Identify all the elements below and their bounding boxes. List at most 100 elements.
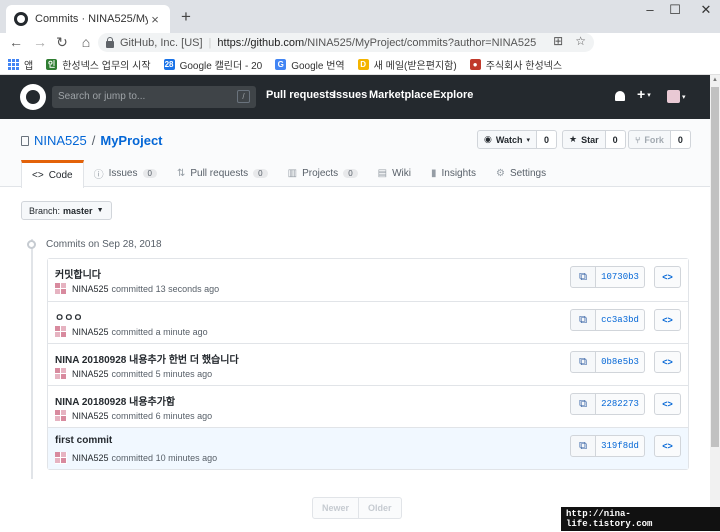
commit-sha-link[interactable]: 10730b3 <box>596 266 645 288</box>
branch-select-button[interactable]: Branch: master ▼ <box>21 201 112 220</box>
page-scrollbar[interactable]: ▲ ▼ <box>710 75 720 532</box>
fork-button[interactable]: ⑂ Fork <box>628 130 671 149</box>
commit-message-link[interactable]: 커밋합니다 <box>55 266 101 281</box>
commit-sha-link[interactable]: 2282273 <box>596 393 645 415</box>
copy-sha-button[interactable]: ⧉ <box>570 435 596 457</box>
commit-message-link[interactable]: NINA 20180928 내용추가 한번 더 했습니다 <box>55 351 239 366</box>
commit-row: ㅇㅇㅇ NINA525 committed a minute ago ⧉ cc3… <box>48 301 688 343</box>
avatar[interactable] <box>55 283 67 295</box>
forward-icon[interactable]: → <box>31 33 49 51</box>
commit-message-link[interactable]: ㅇㅇㅇ <box>55 309 83 324</box>
commit-author-link[interactable]: NINA525 <box>72 369 109 379</box>
create-new-icon[interactable]: + ▾ <box>637 86 651 102</box>
copy-sha-button[interactable]: ⧉ <box>570 393 596 415</box>
tab-title: Commits · NINA525/MyProject <box>35 13 148 25</box>
tab-projects[interactable]: ▥ Projects 0 <box>278 160 368 187</box>
code-icon: <> <box>32 170 44 181</box>
repo-name-link[interactable]: MyProject <box>100 133 162 148</box>
scroll-up-icon[interactable]: ▲ <box>710 75 720 85</box>
commit-row: NINA 20180928 내용추가 한번 더 했습니다 NINA525 com… <box>48 343 688 385</box>
nav-marketplace[interactable]: Marketplace <box>369 89 433 101</box>
avatar[interactable] <box>55 410 67 422</box>
commit-sha-link[interactable]: 0b8e5b3 <box>596 351 645 373</box>
address-bar[interactable]: GitHub, Inc. [US] | https://github.com/N… <box>98 33 594 52</box>
star-count[interactable]: 0 <box>605 130 626 149</box>
copy-sha-button[interactable]: ⧉ <box>570 351 596 373</box>
translate-icon: G <box>275 58 287 70</box>
copy-sha-button[interactable]: ⧉ <box>570 266 596 288</box>
tab-wiki[interactable]: ▤ Wiki <box>368 160 421 187</box>
watch-button[interactable]: ◉ Watch ▾ <box>477 130 538 149</box>
reload-icon[interactable]: ↻ <box>53 33 71 51</box>
commit-time: 10 minutes ago <box>155 453 218 463</box>
avatar[interactable] <box>55 326 67 338</box>
avatar[interactable] <box>55 452 67 464</box>
commit-group-title: Commits on Sep 28, 2018 <box>46 239 162 250</box>
bookmark-star-icon[interactable]: ☆ <box>575 34 586 48</box>
commit-author-link[interactable]: NINA525 <box>72 453 109 463</box>
bookmark-item[interactable]: 인 한성넥스 업무의 시작 <box>46 57 151 72</box>
commit-author-link[interactable]: NINA525 <box>72 411 109 421</box>
sha-group: ⧉ cc3a3bd <box>570 309 645 331</box>
commit-row: 커밋합니다 NINA525 committed 13 seconds ago ⧉… <box>48 259 688 301</box>
repo-icon <box>21 135 29 146</box>
browser-tabstrip: Commits · NINA525/MyProject × + – ☐ ✕ <box>0 0 720 33</box>
commit-meta: NINA525 committed 5 minutes ago <box>55 368 212 380</box>
project-icon: ▥ <box>287 168 298 179</box>
search-input[interactable]: Search or jump to... / <box>52 86 256 108</box>
browse-files-button[interactable]: <> <box>654 309 681 331</box>
commit-author-link[interactable]: NINA525 <box>72 327 109 337</box>
notification-bell-icon[interactable] <box>615 91 625 101</box>
home-icon[interactable]: ⌂ <box>77 33 95 51</box>
commit-message-link[interactable]: NINA 20180928 내용추가함 <box>55 393 175 408</box>
github-logo-icon[interactable] <box>20 84 46 110</box>
watch-control: ◉ Watch ▾ 0 <box>477 130 558 149</box>
older-button[interactable]: Older <box>359 497 402 519</box>
commit-meta: NINA525 committed 6 minutes ago <box>55 410 212 422</box>
user-avatar[interactable]: ▾ <box>667 90 686 103</box>
new-tab-button[interactable]: + <box>176 7 196 27</box>
nav-issues[interactable]: Issues <box>333 89 367 101</box>
tab-close-icon[interactable]: × <box>148 12 162 27</box>
window-close-icon[interactable]: ✕ <box>684 0 720 22</box>
nav-pull-requests[interactable]: Pull requests <box>266 89 335 101</box>
tab-insights[interactable]: ▮ Insights <box>421 160 486 187</box>
commit-row: NINA 20180928 내용추가함 NINA525 committed 6 … <box>48 385 688 427</box>
tab-issues[interactable]: ⓘ Issues 0 <box>84 160 167 187</box>
browse-files-button[interactable]: <> <box>654 266 681 288</box>
fork-count[interactable]: 0 <box>670 130 691 149</box>
tab-settings[interactable]: ⚙ Settings <box>486 160 556 187</box>
browse-files-button[interactable]: <> <box>654 393 681 415</box>
commit-message-link[interactable]: first commit <box>55 435 112 446</box>
bookmark-item[interactable]: G Google 번역 <box>275 57 345 72</box>
tab-pull-requests[interactable]: ⇅ Pull requests 0 <box>167 160 278 187</box>
commit-sha-link[interactable]: cc3a3bd <box>596 309 645 331</box>
star-button[interactable]: ★ Star <box>562 130 606 149</box>
bookmark-apps[interactable]: 앱 <box>8 57 33 72</box>
watch-count[interactable]: 0 <box>537 130 558 149</box>
commit-meta: NINA525 committed 13 seconds ago <box>55 283 219 295</box>
repo-owner-link[interactable]: NINA525 <box>34 133 87 148</box>
calendar-icon: 28 <box>163 58 175 70</box>
translate-icon[interactable]: ⊞ <box>553 34 563 48</box>
bookmark-item[interactable]: D 새 메일(받은편지함) <box>357 57 457 72</box>
clipboard-icon: ⧉ <box>579 439 587 452</box>
back-icon[interactable]: ← <box>7 33 25 51</box>
sha-group: ⧉ 319f8dd <box>570 435 645 457</box>
avatar[interactable] <box>55 368 67 380</box>
scroll-thumb[interactable] <box>711 87 719 447</box>
bookmark-item[interactable]: 28 Google 캘린더 - 20 <box>163 57 262 72</box>
commit-author-link[interactable]: NINA525 <box>72 284 109 294</box>
browse-files-button[interactable]: <> <box>654 435 681 457</box>
copy-sha-button[interactable]: ⧉ <box>570 309 596 331</box>
nav-explore[interactable]: Explore <box>433 89 473 101</box>
tab-code[interactable]: <> Code <box>21 160 84 188</box>
bookmark-item[interactable]: ● 주식회사 한성넥스 <box>469 57 562 72</box>
fork-control: ⑂ Fork 0 <box>628 130 691 149</box>
commit-list: 커밋합니다 NINA525 committed 13 seconds ago ⧉… <box>47 258 689 470</box>
browse-files-button[interactable]: <> <box>654 351 681 373</box>
commit-sha-link[interactable]: 319f8dd <box>596 435 645 457</box>
browser-tab[interactable]: Commits · NINA525/MyProject × <box>6 5 170 33</box>
newer-button[interactable]: Newer <box>312 497 360 519</box>
star-icon: ★ <box>569 134 578 144</box>
